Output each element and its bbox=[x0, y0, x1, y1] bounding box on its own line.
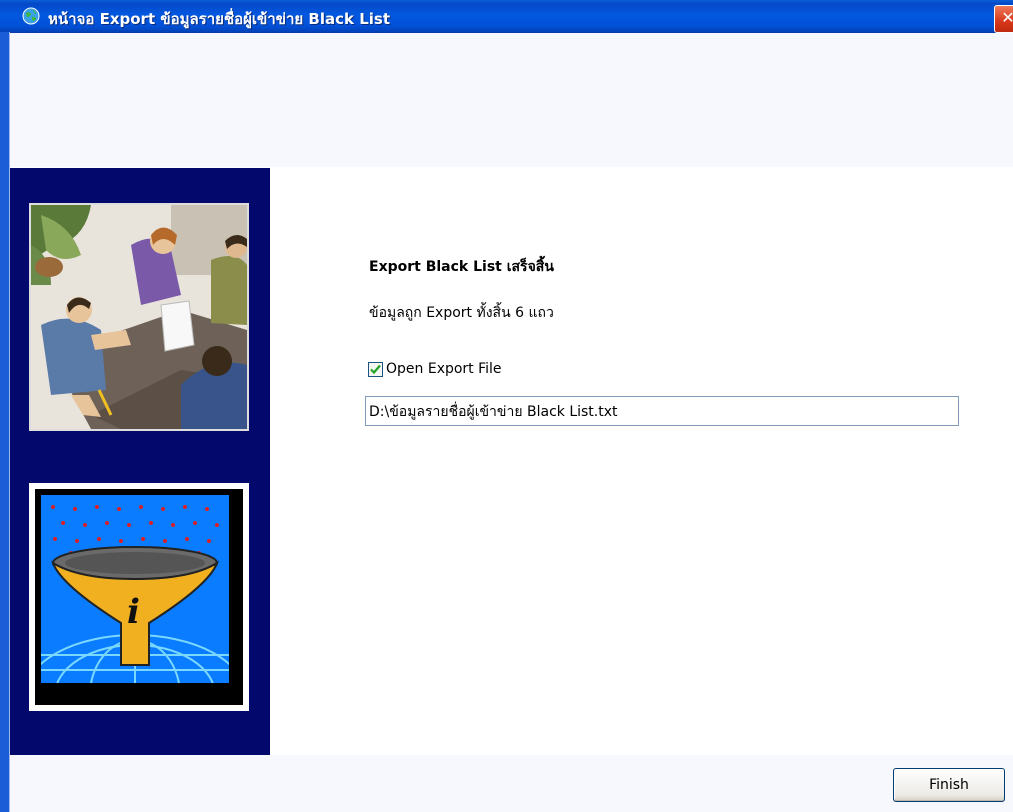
globe-icon bbox=[22, 7, 40, 25]
close-button[interactable]: ✕ bbox=[994, 5, 1013, 33]
export-file-path-field[interactable]: D:\ข้อมูลรายชื่อผู้เข้าข่าย Black List.t… bbox=[365, 396, 959, 426]
funnel-info-icon: i bbox=[24, 495, 246, 756]
finish-button[interactable]: Finish bbox=[893, 768, 1005, 802]
wizard-footer bbox=[10, 755, 1013, 812]
open-export-file-label[interactable]: Open Export File bbox=[386, 361, 502, 377]
title-bar[interactable]: หน้าจอ Export ข้อมูลรายชื่อผู้เข้าข่าย B… bbox=[0, 0, 1013, 33]
export-complete-heading: Export Black List เสร็จสิ้น bbox=[369, 259, 554, 275]
window-frame-left bbox=[0, 32, 9, 812]
wizard-header bbox=[10, 33, 1013, 167]
svg-text:i: i bbox=[127, 592, 140, 632]
meeting-illustration bbox=[29, 203, 249, 431]
window-title: หน้าจอ Export ข้อมูลรายชื่อผู้เข้าข่าย B… bbox=[48, 10, 391, 28]
close-icon: ✕ bbox=[1001, 8, 1013, 27]
open-export-file-option[interactable]: Open Export File bbox=[368, 360, 502, 378]
meeting-clipart-icon bbox=[31, 205, 247, 429]
funnel-frame: i bbox=[24, 489, 246, 756]
row-count-text: ข้อมูลถูก Export ทั้งสิ้น 6 แถว bbox=[369, 305, 554, 321]
funnel-illustration: i bbox=[24, 483, 249, 756]
checkmark-icon bbox=[370, 364, 381, 374]
open-export-file-checkbox[interactable] bbox=[368, 361, 383, 377]
